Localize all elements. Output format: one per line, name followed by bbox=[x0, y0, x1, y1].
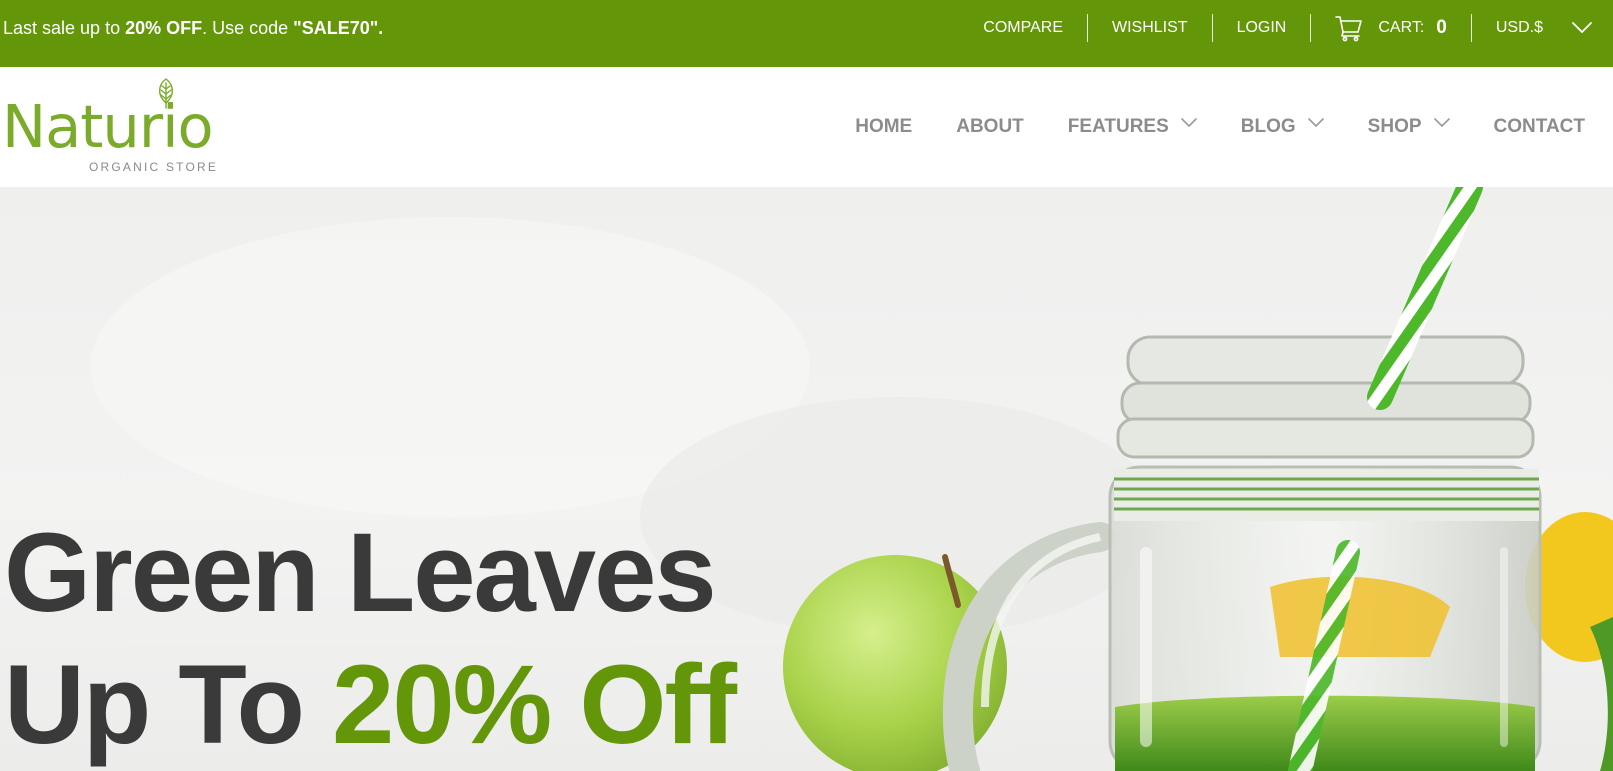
nav-item-label: SHOP bbox=[1367, 116, 1422, 137]
hero-headline-accent: 20% Off bbox=[332, 642, 737, 767]
nav-item-contact[interactable]: CONTACT bbox=[1494, 116, 1585, 138]
logo[interactable]: Naturio ORGANIC STORE bbox=[2, 77, 216, 177]
promo-discount: 20% OFF bbox=[125, 18, 203, 38]
chevron-down-icon bbox=[1307, 118, 1324, 127]
main-nav: HOME ABOUT FEATURES BLOG SHOP CONTACT bbox=[811, 67, 1585, 187]
logo-name: Naturio bbox=[2, 92, 214, 161]
hero-banner: Green Leaves Up To 20% Off bbox=[0, 187, 1613, 771]
nav-item-label: BLOG bbox=[1240, 116, 1296, 137]
compare-link[interactable]: COMPARE bbox=[983, 19, 1063, 37]
nav-item-home[interactable]: HOME bbox=[855, 116, 912, 138]
divider bbox=[1310, 14, 1312, 42]
divider bbox=[1470, 14, 1472, 42]
cart-link[interactable]: CART: 0 bbox=[1335, 14, 1447, 42]
divider bbox=[1211, 14, 1213, 42]
currency-selector[interactable]: USD.$ bbox=[1496, 19, 1613, 37]
chevron-down-icon bbox=[1433, 118, 1450, 127]
nav-item-blog[interactable]: BLOG bbox=[1241, 116, 1324, 138]
chevron-down-icon bbox=[1180, 118, 1197, 127]
hero-headline-line-1: Green Leaves bbox=[4, 510, 717, 635]
nav-item-label: CONTACT bbox=[1493, 116, 1585, 137]
divider bbox=[1087, 14, 1088, 42]
promo-text: Last sale up to 20% OFF. Use code "SALE7… bbox=[3, 0, 383, 56]
logo-subtitle: ORGANIC STORE bbox=[89, 160, 219, 174]
nav-item-shop[interactable]: SHOP bbox=[1368, 116, 1450, 138]
cart-icon bbox=[1335, 16, 1363, 42]
chevron-down-icon bbox=[1572, 22, 1592, 33]
cart-label: CART: bbox=[1378, 19, 1425, 36]
promo-code: "SALE70". bbox=[293, 18, 384, 38]
login-link[interactable]: LOGIN bbox=[1237, 19, 1287, 37]
top-links: COMPARE WISHLIST LOGIN CART: 0 USD.$ bbox=[983, 0, 1613, 56]
promo-text-part-1: Last sale up to bbox=[3, 18, 126, 38]
top-bar: Last sale up to 20% OFF. Use code "SALE7… bbox=[0, 0, 1613, 67]
hero-headline-line-2: Up To 20% Off bbox=[4, 649, 737, 761]
nav-item-label: FEATURES bbox=[1067, 116, 1169, 137]
wishlist-link[interactable]: WISHLIST bbox=[1112, 19, 1188, 37]
hero-headline-prefix: Up To bbox=[4, 642, 333, 767]
cart-count: 0 bbox=[1436, 17, 1447, 38]
promo-text-part-2: . Use code bbox=[202, 18, 294, 38]
site-header: Naturio ORGANIC STORE HOME ABOUT FEATURE… bbox=[0, 67, 1613, 187]
nav-item-label: ABOUT bbox=[956, 116, 1024, 137]
nav-item-label: HOME bbox=[855, 116, 913, 137]
currency-value: USD.$ bbox=[1495, 19, 1543, 36]
nav-item-features[interactable]: FEATURES bbox=[1068, 116, 1197, 138]
nav-item-about[interactable]: ABOUT bbox=[956, 116, 1024, 138]
